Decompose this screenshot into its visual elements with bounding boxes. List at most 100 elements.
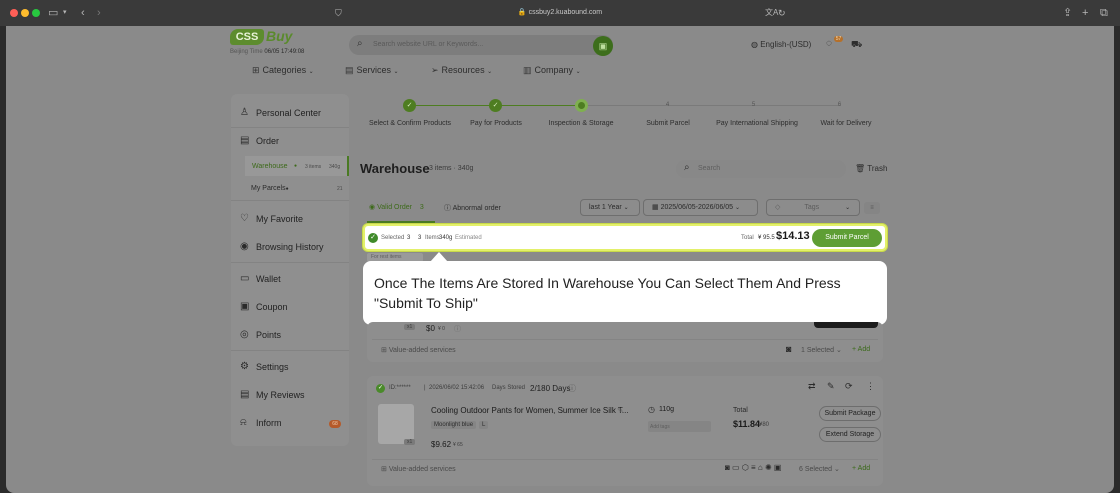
camera-icon[interactable]: ◙	[786, 344, 791, 354]
translate-icon[interactable]: 文A	[765, 6, 778, 20]
address-bar[interactable]: 🔒 cssbuy2.kuabound.com	[500, 6, 620, 20]
sidebar-item-points[interactable]: ◎ Points	[231, 324, 349, 346]
filter-icon[interactable]: ≡	[864, 202, 880, 214]
days-stored: 2/180 Days	[530, 384, 571, 393]
vas-selected[interactable]: 6 Selected ⌄	[799, 465, 840, 473]
step-6-number: 6	[837, 102, 842, 108]
sidebar-item-my-reviews[interactable]: ▤ My Reviews	[231, 384, 349, 406]
trash-label: Trash	[867, 164, 888, 173]
vas-add-button[interactable]: + Add	[852, 346, 870, 353]
message-icon[interactable]: ◌	[826, 38, 832, 49]
avatar[interactable]	[872, 40, 886, 47]
coupon-icon: ▣	[240, 301, 250, 312]
help-icon[interactable]: ⓘ	[454, 324, 461, 334]
cart-icon[interactable]: ⛟	[851, 39, 862, 51]
sidebar-item-browsing-history[interactable]: ◉ Browsing History	[231, 236, 349, 258]
warehouse-summary: 3 items · 340g	[429, 165, 474, 172]
submit-parcel-button[interactable]: Submit Parcel	[812, 229, 882, 247]
chevron-down-icon[interactable]: ▾	[63, 6, 67, 20]
product-title[interactable]: Cooling Outdoor Pants for Women, Summer …	[431, 406, 629, 415]
logo-mark[interactable]: CSS	[230, 29, 264, 45]
share-icon[interactable]: ⇪	[1063, 6, 1072, 20]
sidebar-item-settings[interactable]: ⚙ Settings	[231, 356, 349, 378]
submit-package-button[interactable]: Submit Package	[819, 406, 881, 421]
service-icons[interactable]: ◙ ▭ ⬡ ≡ ⌂ ✺ ▣	[725, 463, 781, 472]
sidebar-item-warehouse[interactable]: Warehouse ● 3 items 340g	[245, 156, 349, 176]
date-range-picker[interactable]: ▦ 2025/06/05-2026/06/05 ⌄	[643, 199, 758, 216]
minimize-window-button[interactable]	[21, 9, 29, 17]
callout-text: Once The Items Are Stored In Warehouse Y…	[374, 275, 841, 311]
tags-select[interactable]: ◇ Tags ⌄	[766, 199, 860, 216]
sidebar-item-personal-center[interactable]: ♙ Personal Center	[231, 102, 349, 124]
nav-services-label: Services	[356, 65, 392, 75]
sidebar-item-order[interactable]: ▤ Order	[231, 130, 349, 152]
sidebar-item-my-favorite[interactable]: ♡ My Favorite	[231, 208, 349, 230]
value-added-services[interactable]: ⊞ Value-added services	[381, 465, 456, 473]
value-added-services[interactable]: ⊞ Value-added services	[381, 346, 456, 354]
trash-button[interactable]: 🗑 Trash	[855, 164, 887, 173]
step-1-label: Select & Confirm Products	[368, 120, 452, 127]
language-selector[interactable]: ◍ English-(USD)	[751, 40, 811, 49]
send-icon: ➢	[431, 65, 439, 75]
item-price: $0	[426, 324, 435, 333]
image-search-button[interactable]: ▣	[593, 36, 613, 56]
site-search-input[interactable]: ⌕ Search website URL or Keywords...	[349, 35, 613, 55]
sidebar-item-wallet[interactable]: ▭ Wallet	[231, 268, 349, 290]
product-thumbnail[interactable]	[378, 404, 414, 444]
select-all-checkbox[interactable]: ✓	[368, 233, 378, 243]
tab-label: Valid Order	[377, 204, 412, 211]
warehouse-search-input[interactable]: ⌕ Search	[676, 160, 846, 178]
beijing-time: Beijing Time 06/05 17:49:08	[230, 49, 304, 55]
logo-text[interactable]: Buy	[266, 28, 292, 44]
vas-selected[interactable]: 1 Selected ⌄	[801, 346, 842, 354]
tab-count: 3	[419, 204, 424, 211]
item-price-cny: ¥ 0	[438, 326, 445, 332]
tag-icon: ◇	[775, 204, 781, 211]
card-action-button[interactable]	[814, 322, 878, 328]
new-tab-icon[interactable]: +	[1082, 6, 1088, 20]
period-select[interactable]: last 1 Year ⌄	[580, 199, 640, 216]
vas-add-button[interactable]: + Add	[852, 465, 870, 472]
tab-overview-icon[interactable]: ⧉	[1100, 6, 1108, 20]
back-icon[interactable]: ‹	[81, 6, 85, 20]
nav-company[interactable]: ▥ Company ⌄	[523, 65, 581, 76]
sidebar-toggle-icon[interactable]: ▭	[48, 6, 58, 20]
nav-categories[interactable]: ⊞ Categories ⌄	[252, 65, 314, 76]
warehouse-items: 3 items	[305, 164, 322, 170]
edit-icon[interactable]: ✎	[617, 406, 624, 415]
warehouse-items: 3 items	[429, 165, 452, 172]
share-icon[interactable]: ⇄	[808, 381, 816, 392]
reload-icon[interactable]: ↻	[778, 6, 786, 20]
more-icon[interactable]: ⋮	[866, 381, 875, 392]
extend-storage-button[interactable]: Extend Storage	[819, 427, 881, 442]
chevron-down-icon: ⌄	[487, 69, 493, 75]
step-4-number: 4	[665, 102, 670, 108]
tutorial-callout: Once The Items Are Stored In Warehouse Y…	[363, 261, 887, 325]
selected-count: 3	[407, 235, 411, 241]
sidebar-item-coupon[interactable]: ▣ Coupon	[231, 296, 349, 318]
edit-icon[interactable]: ✎	[827, 381, 835, 392]
inform-badge: 68	[329, 420, 341, 428]
nav-services[interactable]: ▤ Services ⌄	[345, 65, 399, 76]
close-window-button[interactable]	[10, 9, 18, 17]
sidebar: ♙ Personal Center ▤ Order Warehouse ● 3 it…	[231, 94, 349, 446]
nav-resources[interactable]: ➢ Resources ⌄	[431, 65, 492, 76]
sidebar-item-label: Coupon	[256, 302, 288, 312]
user-icon: ♙	[240, 107, 249, 118]
refresh-icon[interactable]: ⟳	[845, 381, 853, 392]
item-checkbox[interactable]: ✓	[376, 384, 385, 393]
tab-abnormal-order[interactable]: ⓘ Abnormal order	[444, 203, 501, 213]
selected-weight: 340g	[439, 235, 453, 241]
shield-icon[interactable]: ⛉	[335, 6, 342, 20]
step-2-label: Pay for Products	[470, 120, 522, 127]
services-icon: ▤	[345, 65, 354, 75]
info-icon[interactable]: ⓘ	[568, 383, 576, 394]
forward-icon[interactable]: ›	[97, 6, 101, 20]
sidebar-item-my-parcels[interactable]: My Parcels●	[251, 185, 289, 192]
tab-valid-order[interactable]: ◉ Valid Order 3	[369, 203, 424, 211]
sidebar-item-label: Points	[256, 330, 282, 340]
add-tags-input[interactable]: Add tags	[648, 421, 711, 432]
nav-company-label: Company	[534, 65, 574, 75]
divider	[231, 350, 349, 351]
maximize-window-button[interactable]	[32, 9, 40, 17]
